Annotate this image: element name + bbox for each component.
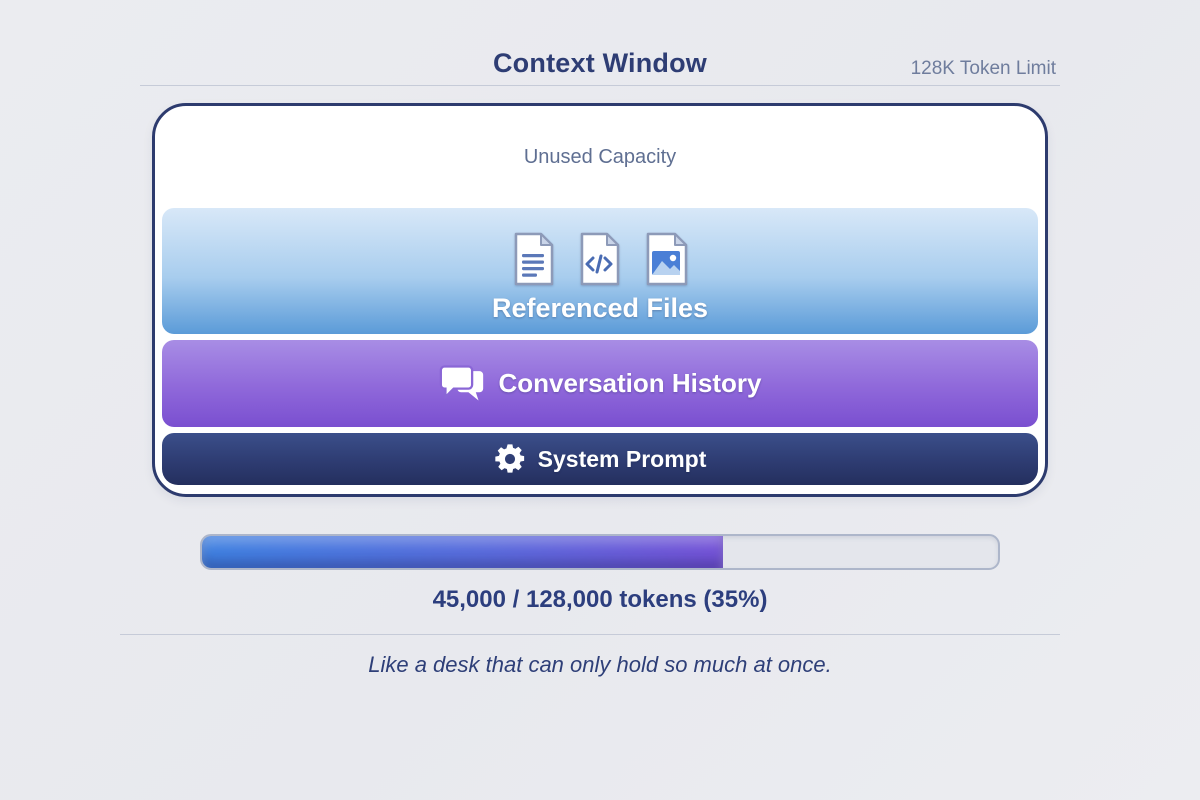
- image-file-icon: [643, 232, 689, 286]
- layer-system-prompt: System Prompt: [162, 433, 1038, 485]
- gear-icon: [494, 443, 526, 475]
- unused-capacity-area: Unused Capacity: [162, 106, 1038, 208]
- document-file-icon: [511, 232, 555, 286]
- chat-bubbles-icon: [439, 364, 485, 404]
- layer-referenced-files: Referenced Files: [162, 208, 1038, 334]
- token-limit-label: 128K Token Limit: [911, 58, 1056, 80]
- code-file-icon: [577, 232, 621, 286]
- caption-text: Like a desk that can only hold so much a…: [0, 652, 1200, 678]
- token-usage-progress-bar: [200, 534, 1000, 570]
- unused-capacity-label: Unused Capacity: [524, 146, 676, 169]
- conversation-history-label: Conversation History: [499, 368, 762, 399]
- header-divider: [140, 85, 1060, 86]
- context-window-card: Unused Capacity: [152, 103, 1048, 497]
- token-usage-label: 45,000 / 128,000 tokens (35%): [0, 586, 1200, 614]
- token-usage-progress-fill: [202, 536, 723, 568]
- referenced-files-label: Referenced Files: [492, 293, 708, 324]
- layer-conversation-history: Conversation History: [162, 340, 1038, 427]
- file-icons-row: [511, 232, 689, 286]
- caption-divider: [120, 634, 1060, 635]
- system-prompt-label: System Prompt: [538, 446, 707, 473]
